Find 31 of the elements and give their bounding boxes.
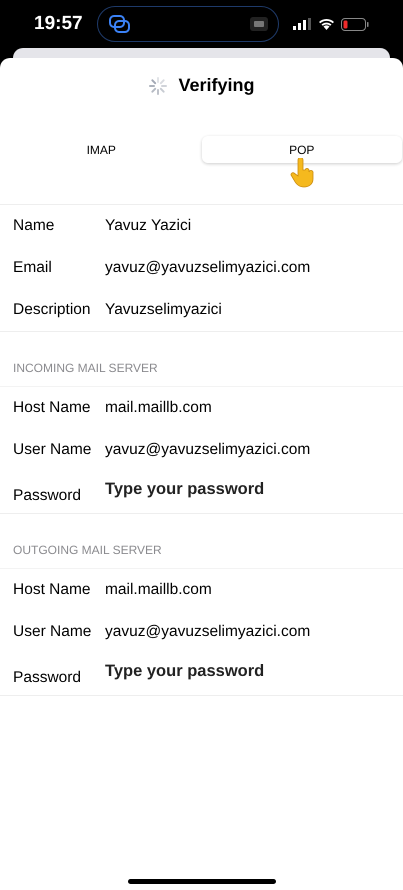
field-value[interactable]: yavuz@yavuzselimyazici.com: [105, 620, 310, 644]
field-value[interactable]: yavuz@yavuzselimyazici.com: [105, 256, 310, 280]
windows-icon: [108, 14, 132, 34]
field-value[interactable]: mail.maillb.com: [105, 578, 212, 602]
pointing-hand-icon: [290, 158, 316, 188]
signal-icon: [292, 18, 312, 30]
field-label: Password: [13, 486, 82, 506]
field-label: Name: [13, 216, 56, 236]
status-time: 19:57: [34, 12, 83, 36]
field-label: Host Name: [13, 398, 92, 418]
battery-icon: [340, 18, 369, 30]
password-field[interactable]: Type your password: [105, 658, 264, 684]
field-value[interactable]: Yavuz Yazici: [105, 214, 192, 238]
field-value[interactable]: mail.maillb.com: [105, 396, 212, 420]
field-label: Host Name: [13, 580, 92, 600]
field-value[interactable]: Yavuzselimyazici: [105, 298, 222, 322]
field-label: User Name: [13, 622, 92, 642]
wifi-icon: [318, 18, 335, 30]
field-label: User Name: [13, 440, 92, 460]
spinner-icon: [148, 76, 168, 96]
segment-tab[interactable]: POP: [202, 136, 402, 163]
section-header: OUTGOING MAIL SERVER: [0, 532, 403, 569]
password-field[interactable]: Type your password: [105, 476, 264, 502]
segment-tab[interactable]: IMAP: [1, 136, 202, 163]
tv-icon: [250, 17, 268, 31]
section-header: INCOMING MAIL SERVER: [0, 350, 403, 387]
field-value[interactable]: yavuz@yavuzselimyazici.com: [105, 438, 310, 462]
sheet-title: Verifying: [178, 74, 255, 97]
field-label: Description: [13, 300, 92, 320]
field-label: Password: [13, 668, 82, 688]
field-label: Email: [13, 258, 53, 278]
